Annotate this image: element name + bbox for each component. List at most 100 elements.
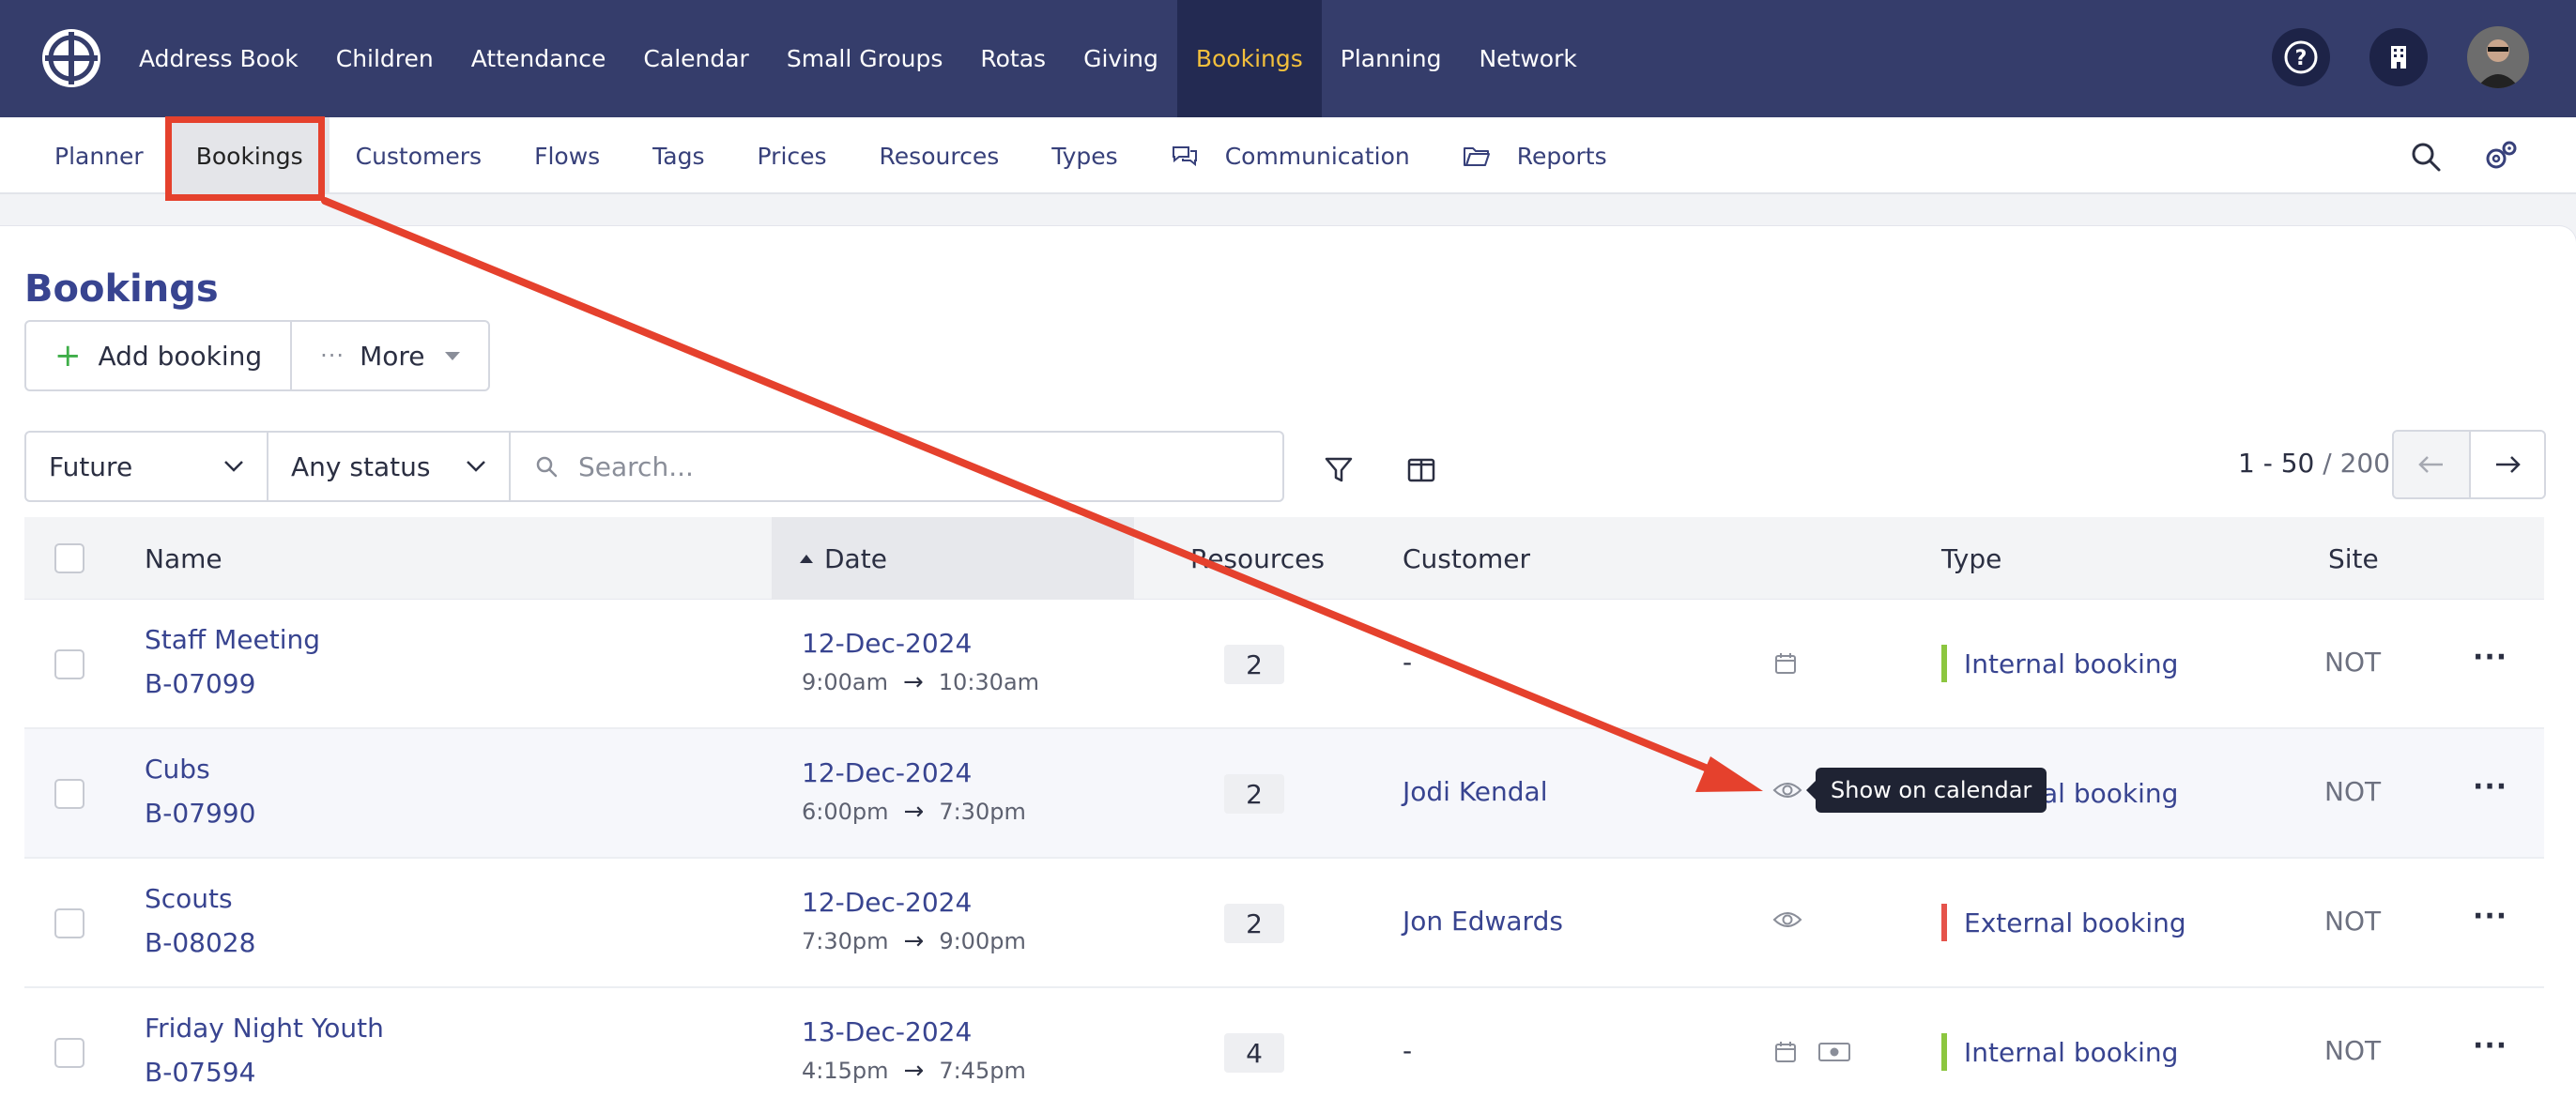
column-header-site[interactable]: Site xyxy=(2328,517,2379,600)
booking-type-link[interactable]: Internal booking xyxy=(1941,645,2178,682)
calendar-icon[interactable] xyxy=(1772,650,1799,677)
row-checkbox[interactable] xyxy=(54,908,84,938)
resources-count-badge[interactable]: 2 xyxy=(1224,774,1284,814)
subnav-item-types[interactable]: Types xyxy=(1025,117,1143,194)
column-header-date[interactable]: Date xyxy=(772,517,1134,600)
pagination-separator: / xyxy=(2314,448,2340,479)
previous-page-button[interactable] xyxy=(2394,432,2469,497)
subnav-item-label: Tags xyxy=(652,142,705,170)
column-header-type[interactable]: Type xyxy=(1941,517,2001,600)
subnav-item-label: Planner xyxy=(54,142,144,170)
row-menu-button[interactable]: ··· xyxy=(2473,641,2507,674)
calendar-icon[interactable] xyxy=(1772,1039,1799,1065)
booking-name-link[interactable]: Staff Meeting xyxy=(145,624,320,655)
topnav-item-attendance[interactable]: Attendance xyxy=(452,0,625,117)
search-input[interactable] xyxy=(578,450,1235,482)
add-booking-button[interactable]: + Add booking xyxy=(26,322,290,389)
booking-date-cell: 12-Dec-2024 9:00am → 10:30am xyxy=(802,628,1039,696)
resources-count-badge[interactable]: 4 xyxy=(1224,1033,1284,1073)
booking-name-link[interactable]: Friday Night Youth xyxy=(145,1013,384,1044)
topnav-item-giving[interactable]: Giving xyxy=(1065,0,1177,117)
topnav-item-address-book[interactable]: Address Book xyxy=(120,0,317,117)
arrow-right-icon: → xyxy=(903,1057,925,1085)
customer-link[interactable]: Jodi Kendal xyxy=(1403,776,1548,807)
table-row[interactable]: Cubs B-07990 12-Dec-2024 6:00pm → 7:30pm 2 Jodi… xyxy=(24,729,2544,859)
topnav-item-calendar[interactable]: Calendar xyxy=(624,0,767,117)
booking-date-link[interactable]: 12-Dec-2024 xyxy=(802,887,1026,918)
booking-code-link[interactable]: B-07990 xyxy=(145,798,255,829)
select-all-checkbox[interactable] xyxy=(54,543,84,573)
customer-link[interactable]: Jon Edwards xyxy=(1403,906,1563,937)
booking-code-link[interactable]: B-08028 xyxy=(145,927,255,958)
money-icon[interactable] xyxy=(1817,1041,1851,1063)
subnav-item-communication[interactable]: Communication xyxy=(1144,117,1436,194)
eye-icon[interactable] xyxy=(1772,909,1802,930)
columns-icon[interactable] xyxy=(1403,451,1440,489)
booking-type-link[interactable]: Internal booking xyxy=(1941,1033,2178,1071)
end-time: 7:30pm xyxy=(939,799,1026,825)
booking-name-link[interactable]: Cubs xyxy=(145,754,255,785)
booking-type-link[interactable]: External booking xyxy=(1941,904,2186,941)
filter-icon[interactable] xyxy=(1320,451,1357,489)
topnav-item-children[interactable]: Children xyxy=(317,0,452,117)
search-icon[interactable] xyxy=(2407,138,2445,175)
topnav-item-rotas[interactable]: Rotas xyxy=(961,0,1065,117)
status-select-value: Any status xyxy=(291,450,431,482)
row-checkbox[interactable] xyxy=(54,779,84,809)
booking-date-link[interactable]: 13-Dec-2024 xyxy=(802,1016,1026,1047)
next-page-button[interactable] xyxy=(2469,432,2544,497)
subnav-item-resources[interactable]: Resources xyxy=(853,117,1026,194)
subnav-item-label: Communication xyxy=(1224,142,1410,170)
table-header: Name Date Resources Customer Type Site xyxy=(24,517,2544,600)
tooltip: Show on calendar xyxy=(1805,768,2047,813)
help-icon[interactable]: ? xyxy=(2272,28,2330,86)
status-select[interactable]: Any status xyxy=(268,431,511,502)
subnav-item-flows[interactable]: Flows xyxy=(508,117,626,194)
row-menu-button[interactable]: ··· xyxy=(2473,900,2507,933)
user-avatar[interactable] xyxy=(2467,26,2529,88)
resources-count-badge[interactable]: 2 xyxy=(1224,904,1284,943)
booking-date-cell: 12-Dec-2024 7:30pm → 9:00pm xyxy=(802,887,1026,955)
period-select[interactable]: Future xyxy=(24,431,268,502)
table-row[interactable]: Friday Night Youth B-07594 13-Dec-2024 4:15… xyxy=(24,988,2544,1113)
column-header-resources[interactable]: Resources xyxy=(1190,517,1325,600)
customer-link: - xyxy=(1403,1035,1413,1066)
subnav-item-planner[interactable]: Planner xyxy=(28,117,170,194)
row-menu-button[interactable]: ··· xyxy=(2473,1029,2507,1062)
row-checkbox[interactable] xyxy=(54,1038,84,1068)
booking-code-link[interactable]: B-07594 xyxy=(145,1057,384,1088)
building-icon[interactable] xyxy=(2369,28,2428,86)
topnav-item-network[interactable]: Network xyxy=(1460,0,1595,117)
row-checkbox[interactable] xyxy=(54,649,84,679)
topnav-item-bookings[interactable]: Bookings xyxy=(1176,0,1322,117)
subnav-item-label: Resources xyxy=(879,142,1000,170)
booking-code-link[interactable]: B-07099 xyxy=(145,668,320,699)
table-row[interactable]: Scouts B-08028 12-Dec-2024 7:30pm → 9:00pm 2 Jo… xyxy=(24,859,2544,988)
subnav-item-reports[interactable]: Reports xyxy=(1436,117,1633,194)
app-logo-icon[interactable] xyxy=(39,26,103,90)
subnav-item-prices[interactable]: Prices xyxy=(731,117,853,194)
folder-icon xyxy=(1463,145,1504,167)
subnav-item-customers[interactable]: Customers xyxy=(330,117,508,194)
column-header-customer[interactable]: Customer xyxy=(1403,517,1530,600)
type-color-indicator xyxy=(1941,645,1947,682)
table-row[interactable]: Staff Meeting B-07099 12-Dec-2024 9:00am → 10… xyxy=(24,600,2544,729)
subnav-item-tags[interactable]: Tags xyxy=(626,117,730,194)
topnav-item-planning[interactable]: Planning xyxy=(1322,0,1461,117)
booking-date-link[interactable]: 12-Dec-2024 xyxy=(802,757,1026,788)
start-time: 7:30pm xyxy=(802,928,889,954)
row-menu-button[interactable]: ··· xyxy=(2473,770,2507,803)
topnav-item-small-groups[interactable]: Small Groups xyxy=(768,0,962,117)
eye-icon[interactable] xyxy=(1772,780,1802,800)
column-header-name[interactable]: Name xyxy=(145,517,222,600)
sub-navigation: Planner Bookings Customers Flows Tags Prices R… xyxy=(0,117,2576,194)
resources-count-badge[interactable]: 2 xyxy=(1224,645,1284,684)
arrow-right-icon: → xyxy=(903,927,925,955)
site-code: NOT xyxy=(2324,647,2382,678)
booking-type-label: Internal booking xyxy=(1964,1036,2179,1068)
more-label: More xyxy=(360,340,425,372)
booking-date-link[interactable]: 12-Dec-2024 xyxy=(802,628,1039,659)
settings-icon[interactable] xyxy=(2482,138,2520,175)
more-button[interactable]: ··· More xyxy=(290,322,488,389)
booking-name-link[interactable]: Scouts xyxy=(145,883,255,914)
